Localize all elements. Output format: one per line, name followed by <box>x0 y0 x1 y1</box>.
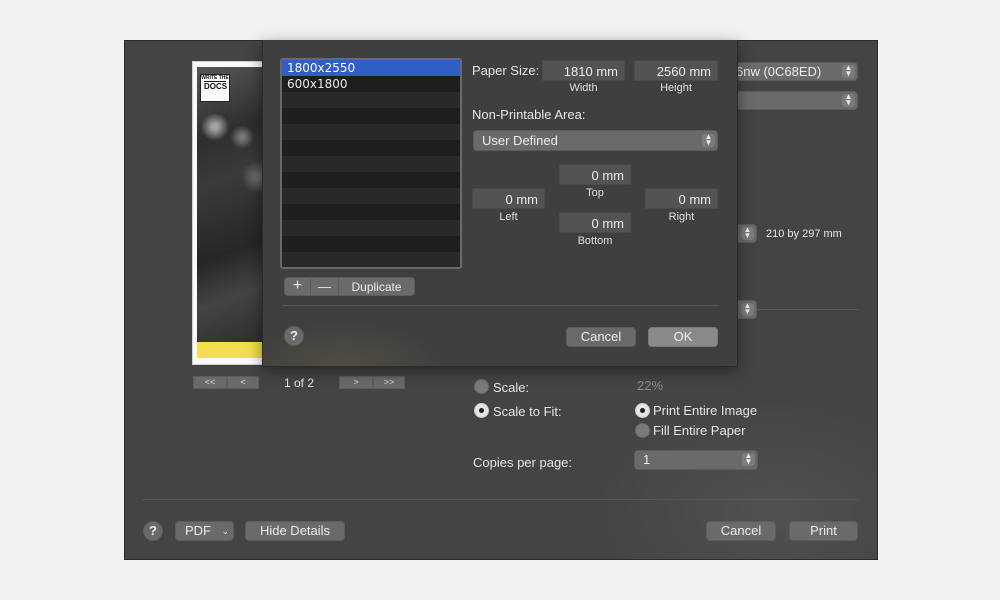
paper-list-empty-row <box>282 204 460 220</box>
scale-label: Scale: <box>493 380 530 395</box>
non-printable-stepper-icon: ▲ ▼ <box>702 133 715 147</box>
print-button[interactable]: Print <box>789 521 858 541</box>
top-caption: Top <box>586 187 604 199</box>
paper-height-field[interactable]: 2560 mm <box>634 60 718 81</box>
copies-per-page-label: Copies per page: <box>473 455 573 470</box>
previous-page-button[interactable]: < <box>227 376 259 389</box>
height-caption: Height <box>660 82 692 94</box>
paper-list-empty-row <box>282 236 460 252</box>
left-margin-field[interactable]: 0 mm <box>472 188 545 209</box>
add-paper-button[interactable]: + <box>284 277 311 296</box>
presets-stepper-icon: ▲ ▼ <box>842 93 855 107</box>
page-indicator: 1 of 2 <box>284 376 315 390</box>
paper-list-empty-row <box>282 188 460 204</box>
paper-list-empty-row <box>282 108 460 124</box>
scale-value[interactable]: 22% <box>637 378 663 393</box>
copies-stepper-icon: ▲ ▼ <box>742 452 755 466</box>
sheet-help-button[interactable]: ? <box>284 326 304 346</box>
duplicate-paper-button[interactable]: Duplicate <box>339 277 415 296</box>
copies-per-page-value: 1 <box>643 452 651 467</box>
fill-entire-paper-radio[interactable] <box>635 423 650 438</box>
print-entire-image-label: Print Entire Image <box>653 403 758 418</box>
paper-list-item-selected[interactable]: 1800x2550 <box>282 60 460 76</box>
scale-radio[interactable] <box>474 379 489 394</box>
copies-per-page-popup[interactable]: 1 ▲ ▼ <box>634 450 758 470</box>
sheet-ok-button[interactable]: OK <box>648 327 718 347</box>
next-page-button[interactable]: > <box>339 376 373 389</box>
paper-list-empty-row <box>282 220 460 236</box>
paper-list-empty-row <box>282 140 460 156</box>
scale-to-fit-label: Scale to Fit: <box>493 404 562 419</box>
last-page-button[interactable]: >> <box>373 376 405 389</box>
first-page-button[interactable]: << <box>193 376 227 389</box>
preview-logo-bottom: DOCS <box>204 81 228 91</box>
paper-list-empty-row <box>282 172 460 188</box>
preview-logo-top: WRITE THE <box>201 75 229 81</box>
fill-entire-paper-label: Fill Entire Paper <box>653 423 746 438</box>
print-entire-image-radio[interactable] <box>635 403 650 418</box>
printer-stepper-icon: ▲ ▼ <box>842 64 855 78</box>
non-printable-area-popup[interactable]: User Defined ▲ ▼ <box>473 130 718 151</box>
preview-logo: WRITE THE DOCS <box>200 74 230 102</box>
bottom-margin-field[interactable]: 0 mm <box>559 212 631 233</box>
non-printable-area-label: Non-Printable Area: <box>472 107 586 122</box>
left-caption: Left <box>499 211 518 223</box>
section-divider <box>751 309 859 310</box>
cancel-button[interactable]: Cancel <box>706 521 776 541</box>
chevron-down-icon: ⌄ <box>221 526 229 536</box>
sheet-divider <box>283 305 719 306</box>
top-margin-field[interactable]: 0 mm <box>559 164 631 185</box>
pdf-menu-button[interactable]: PDF ⌄ <box>175 521 234 541</box>
sheet-cancel-button[interactable]: Cancel <box>566 327 636 347</box>
paper-list-item[interactable]: 600x1800 <box>282 76 460 92</box>
paper-size-label: Paper Size: <box>472 63 540 78</box>
paper-width-field[interactable]: 1810 mm <box>542 60 625 81</box>
section-stepper-icon: ▲ ▼ <box>741 302 754 316</box>
non-printable-area-value: User Defined <box>482 133 558 148</box>
right-caption: Right <box>668 211 695 223</box>
hide-details-button[interactable]: Hide Details <box>245 521 345 541</box>
bottom-caption: Bottom <box>577 235 613 247</box>
remove-paper-button[interactable]: — <box>311 277 339 296</box>
printer-value: 6nw (0C68ED) <box>736 64 822 79</box>
scale-to-fit-radio[interactable] <box>474 403 489 418</box>
width-caption: Width <box>569 82 598 94</box>
custom-paper-sheet: 1800x2550 600x1800 + — Duplicate Paper S… <box>262 40 738 367</box>
paper-size-summary: 210 by 297 mm <box>766 228 842 240</box>
paper-size-stepper-icon: ▲ ▼ <box>741 226 754 240</box>
paper-list-empty-row <box>282 156 460 172</box>
paper-list-empty-row <box>282 92 460 108</box>
right-margin-field[interactable]: 0 mm <box>645 188 718 209</box>
paper-list-empty-row <box>282 124 460 140</box>
footer-divider <box>142 499 859 500</box>
paper-size-list[interactable]: 1800x2550 600x1800 <box>280 58 462 269</box>
help-button[interactable]: ? <box>143 521 163 541</box>
pdf-label: PDF <box>185 523 211 538</box>
paper-list-empty-row <box>282 252 460 267</box>
